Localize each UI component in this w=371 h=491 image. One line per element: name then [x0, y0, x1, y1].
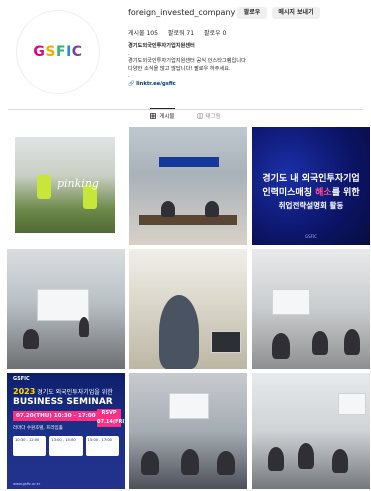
following-count[interactable]: 팔로우 0 — [204, 28, 226, 37]
projector-screen — [338, 393, 366, 415]
profile-avatar[interactable]: GSFIC — [16, 10, 100, 94]
attendee-figure — [272, 333, 290, 359]
seminar-venue: 라마다 수원호텔, 프라임홀 — [13, 426, 63, 431]
attendee-figure — [312, 331, 328, 355]
post-lecture-room[interactable] — [7, 249, 125, 369]
bio-line-1: 경기도외국인투자기업지원센터 공식 인스타그램입니다 — [128, 58, 246, 64]
tag-icon — [196, 113, 203, 119]
attendee-figure — [268, 447, 284, 471]
panel-table — [139, 215, 237, 225]
post-business-seminar[interactable]: GSFIC 2023 경기도 외국인투자기업을 위한 BUSINESS SEMI… — [7, 373, 125, 489]
seminar-footer: www.gsfic.or.kr — [13, 482, 41, 486]
posts-grid: pinking 경기도 내 외국인투자기업 인력미스매칭 해소를 위한 취업전략… — [7, 127, 370, 489]
projector-screen — [37, 289, 89, 321]
tab-posts[interactable]: 게시물 — [150, 108, 175, 120]
post-speaker-portrait[interactable] — [129, 249, 247, 369]
tab-tagged[interactable]: 태그됨 — [196, 112, 221, 120]
schedule-boxes: 10:30 - 12:00 13:00 - 15:00 15:00 - 17:0… — [13, 436, 119, 456]
bio-line-2: 다양한 소식을 많고 많답니다! 팔로우 하주세요. — [128, 65, 231, 72]
post-plogging[interactable]: pinking — [7, 127, 125, 245]
follow-button[interactable]: 팔로우 — [237, 7, 267, 19]
rsvp-badge: RSVP 07.14(FRI) — [97, 409, 125, 427]
attendee-figure — [344, 329, 360, 355]
speaker-figure — [79, 317, 89, 337]
post-title-part: 를 위한 — [331, 188, 360, 198]
attendee-figure — [332, 449, 348, 473]
followers-count[interactable]: 팔로워 71 — [168, 28, 194, 37]
post-presentation-hall[interactable] — [129, 373, 247, 489]
bio-link[interactable]: 🔗 linktr.ee/gsfic — [128, 81, 348, 89]
post-title-line-2: 인력미스매칭 해소를 위한 — [252, 185, 370, 198]
attendee-figure — [181, 449, 199, 475]
posts-count: 게시물 105 — [128, 30, 158, 37]
plogging-script-text: pinking — [57, 177, 99, 190]
projector-screen — [169, 393, 209, 419]
post-panel-meeting[interactable] — [129, 127, 247, 245]
post-conference-room[interactable] — [252, 373, 370, 489]
post-title-part: 인력미스매칭 — [262, 188, 316, 198]
projector-screen — [272, 289, 310, 315]
grid-icon — [150, 113, 157, 119]
attendee-figure — [23, 329, 39, 349]
bio-dot-2: . — [128, 73, 130, 79]
seminar-title: BUSINESS SEMINAR — [13, 397, 113, 407]
tab-posts-label: 게시물 — [159, 114, 175, 120]
link-icon: 🔗 — [128, 80, 135, 87]
post-title-line-1: 경기도 내 외국인투자기업 — [262, 174, 360, 184]
profile-username: foreign_invested_company — [128, 8, 236, 17]
tab-tagged-label: 태그됨 — [205, 114, 221, 120]
gsfic-logo: GSFIC — [33, 44, 83, 60]
panelist-figure — [205, 201, 219, 217]
seminar-year: 2023 경기도 외국인투자기업을 위한 — [13, 387, 113, 396]
bio-link-text[interactable]: linktr.ee/gsfic — [136, 81, 176, 87]
panelist-figure — [161, 201, 175, 217]
event-banner — [159, 157, 219, 167]
bio-name: 경기도외국인투자기업지원센터 — [128, 43, 195, 49]
post-header-logo: GSFIC — [13, 376, 30, 382]
rsvp-label: RSVP — [101, 410, 117, 416]
schedule-box: 10:30 - 12:00 — [13, 436, 47, 456]
header-divider — [8, 109, 363, 110]
message-button[interactable]: 메시지 보내기 — [272, 7, 320, 19]
post-seminar-audience[interactable] — [252, 249, 370, 369]
profile-bio: 경기도외국인투자기업지원센터 . 경기도외국인투자기업지원센터 공식 인스타그램… — [128, 43, 348, 88]
schedule-box: 15:00 - 17:00 — [85, 436, 119, 456]
post-title-highlight: 해소 — [315, 188, 332, 198]
seminar-year-suffix: 경기도 외국인투자기업을 위한 — [35, 389, 113, 396]
volunteer-figure — [37, 175, 51, 199]
bio-dot: . — [128, 50, 130, 57]
attendee-figure — [141, 451, 159, 475]
seminar-year-number: 2023 — [13, 387, 36, 396]
post-title-line-3: 취업전략설명회 활동 — [278, 201, 344, 210]
profile-tabs: 게시물 태그됨 — [0, 108, 371, 120]
post-job-strategy[interactable]: 경기도 내 외국인투자기업 인력미스매칭 해소를 위한 취업전략설명회 활동 G… — [252, 127, 370, 245]
speaker-figure — [159, 295, 199, 369]
post-footer-logo: GSFIC — [305, 234, 317, 239]
attendee-figure — [298, 443, 314, 469]
profile-stats: 게시물 105 팔로워 71 팔로우 0 — [128, 28, 226, 37]
schedule-box: 13:00 - 15:00 — [49, 436, 83, 456]
rsvp-date: 07.14(FRI) — [97, 419, 125, 425]
attendee-figure — [217, 451, 235, 475]
laptop — [211, 331, 241, 353]
